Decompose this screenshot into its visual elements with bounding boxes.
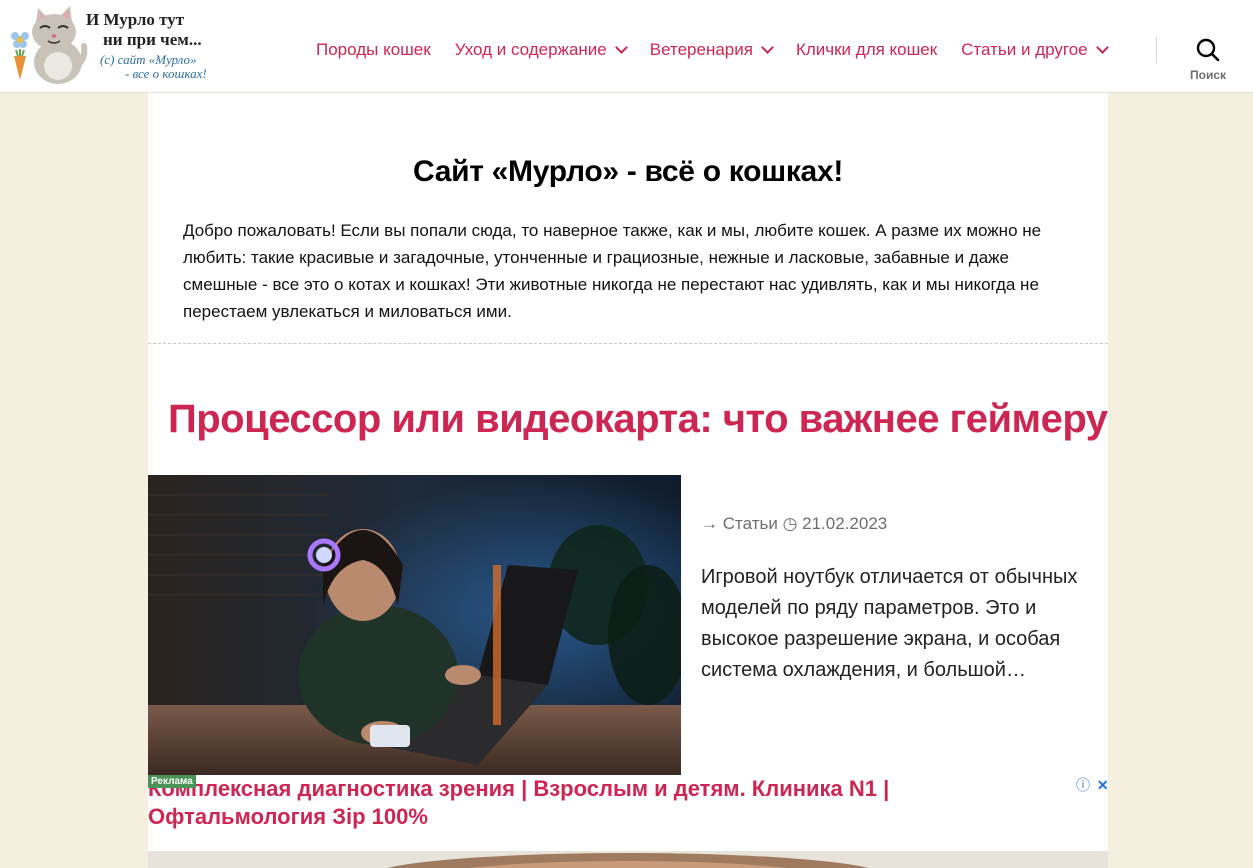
intro-text: Добро пожаловать! Если вы попали сюда, т… — [183, 221, 1042, 321]
main-nav: Породы кошек Уход и содержание Ветеренар… — [316, 38, 1109, 62]
arrow-right-icon: → — [701, 514, 718, 533]
post-title-link[interactable]: Процессор или видеокарта: что важнее гей… — [168, 397, 1108, 442]
nav-item-label: Статьи и другое — [961, 40, 1088, 59]
nav-item-label: Уход и содержание — [454, 40, 607, 59]
logo-title-line1: И Мурло тут — [86, 10, 185, 29]
search-toggle-button[interactable]: Поиск — [1186, 38, 1230, 86]
gamer-photo — [148, 475, 681, 775]
chevron-down-icon[interactable] — [614, 41, 628, 54]
post-meta: → Статьи ◷ 21.02.2023 — [701, 514, 887, 534]
cat-logo-icon — [11, 6, 88, 84]
chevron-down-icon[interactable] — [761, 41, 774, 54]
post-category-link[interactable]: Статьи — [723, 514, 778, 533]
search-icon — [1196, 38, 1220, 62]
main-content: Сайт «Мурло» - всё о кошках! Добро пожал… — [148, 93, 1109, 868]
chevron-down-icon[interactable] — [1095, 41, 1109, 54]
close-icon[interactable]: ✕ — [1097, 777, 1109, 793]
clock-icon: ◷ — [782, 514, 798, 533]
logo-tagline-line2: - все о кошках! — [125, 66, 207, 81]
next-post-photo — [148, 851, 1108, 868]
nav-item-label: Ветеренария — [649, 40, 753, 59]
nav-item-breeds[interactable]: Породы кошек — [316, 40, 431, 60]
nav-item-names[interactable]: Клички для кошек — [796, 40, 937, 60]
site-logo[interactable]: И Мурло тут ни при чем... (с) сайт «Мурл… — [8, 6, 248, 86]
nav-item-label: Породы кошек — [316, 40, 431, 59]
ad-controls: ⓘ ✕ — [1076, 775, 1109, 795]
next-post-thumbnail[interactable] — [148, 851, 1108, 868]
post-excerpt: Игровой ноутбук отличается от обычных мо… — [701, 566, 1078, 681]
ad-link[interactable]: Комплексная диагностика зрения | Взрослы… — [148, 775, 978, 831]
post-thumbnail[interactable] — [148, 475, 681, 775]
info-icon[interactable]: ⓘ — [1076, 777, 1090, 793]
search-label: Поиск — [1189, 68, 1226, 82]
nav-item-care[interactable]: Уход и содержание — [454, 40, 628, 60]
site-header: И Мурло тут ни при чем... (с) сайт «Мурл… — [0, 0, 1253, 93]
nav-divider — [1156, 37, 1157, 63]
nav-item-label: Клички для кошек — [795, 40, 938, 59]
nav-item-articles[interactable]: Статьи и другое — [961, 40, 1109, 60]
post-date: 21.02.2023 — [802, 514, 888, 533]
section-divider — [148, 343, 1108, 344]
nav-item-veterinary[interactable]: Ветеренария — [649, 40, 774, 60]
ad-badge: Реклама — [148, 775, 196, 788]
page-title: Сайт «Мурло» - всё о кошках! — [412, 155, 844, 188]
logo-title-line2: ни при чем... — [103, 30, 202, 49]
